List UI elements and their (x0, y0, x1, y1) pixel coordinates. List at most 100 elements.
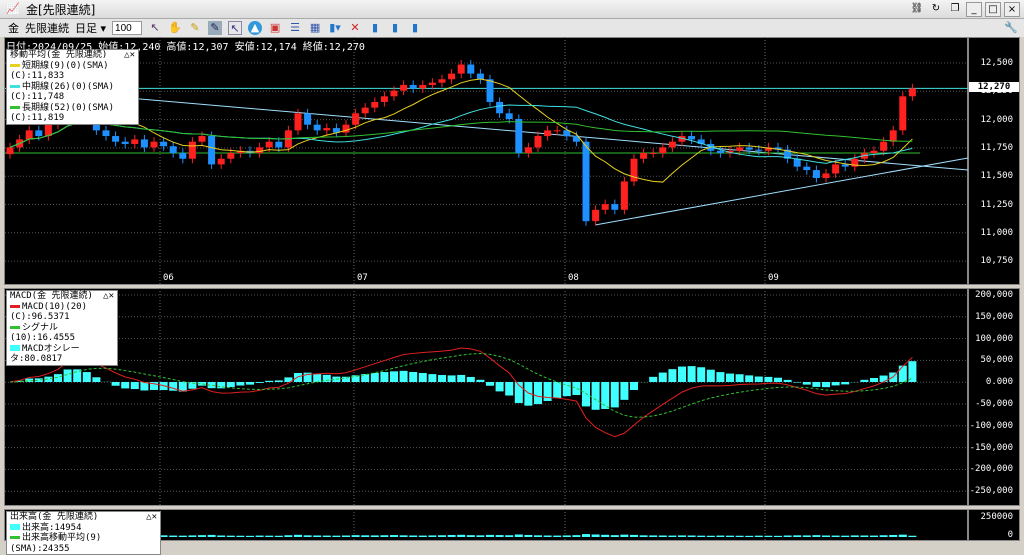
candle-body (899, 96, 906, 130)
volume-bar (515, 534, 523, 537)
volume-bar (640, 535, 648, 537)
candle-body (554, 130, 561, 131)
macd-histogram-bar (92, 377, 100, 382)
candle-body (525, 147, 532, 153)
macd-legend[interactable]: MACD(金 先限連続)△✕ MACD(10)(20)(C):96.5371 シ… (6, 290, 118, 366)
candle-body (131, 139, 138, 144)
candle-body (179, 153, 186, 159)
legend-close-icon[interactable]: △✕ (146, 512, 157, 523)
volume-bar (380, 535, 388, 537)
volume-bar (601, 535, 609, 537)
candle-body (362, 108, 369, 114)
volume-legend-title: 出来高(金 先限連続) (10, 512, 98, 522)
volume-bar (486, 535, 494, 537)
candle-body (832, 164, 839, 173)
volume-bar (716, 536, 724, 537)
macd-histogram-bar (227, 382, 235, 387)
macd-histogram-bar (390, 371, 398, 382)
volume-bar (169, 536, 177, 537)
candle-body (218, 159, 225, 165)
volume-bar (851, 535, 859, 537)
candle-body (583, 142, 590, 221)
macd-histogram-bar (505, 382, 513, 396)
candle-body (909, 88, 916, 96)
macd-histogram-bar (457, 375, 465, 382)
volume-bar (217, 535, 225, 537)
candle-body (103, 130, 110, 136)
volume-bar (496, 535, 504, 537)
legend-close-icon[interactable]: △✕ (103, 291, 114, 302)
candle-body (621, 181, 628, 209)
volume-legend[interactable]: 出来高(金 先限連続)△✕ 出来高:14954 出来高移動平均(9)(SMA):… (6, 511, 161, 555)
legend-close-icon[interactable]: △✕ (124, 50, 135, 61)
candle-body (592, 210, 599, 221)
volume-bar (553, 536, 561, 537)
macd-histogram-bar (678, 367, 686, 382)
volume-bar (524, 535, 532, 537)
trendline-up (595, 158, 968, 225)
candle-body (314, 125, 321, 131)
candle-body (755, 150, 762, 151)
volume-bar (630, 535, 638, 537)
volume-bar (390, 535, 398, 537)
macd-histogram-bar (668, 369, 676, 382)
candle-body (208, 136, 215, 164)
candle-body (391, 91, 398, 97)
volume-bar (592, 534, 600, 537)
candle-body (400, 85, 407, 91)
candle-body (448, 74, 455, 80)
macd-histogram-bar (697, 367, 705, 382)
volume-bar (812, 535, 820, 537)
macd-histogram-bar (860, 380, 868, 382)
macd-histogram-bar (448, 375, 456, 382)
volume-bar (611, 535, 619, 537)
candle-body (659, 147, 666, 153)
candle-body (199, 136, 206, 142)
volume-bar (784, 535, 792, 537)
macd-histogram-bar (419, 373, 427, 382)
candle-body (458, 65, 465, 74)
volume-ma-value: 出来高移動平均(9)(SMA):24355 (10, 533, 101, 554)
candle-body (842, 164, 849, 166)
volume-bar (352, 535, 360, 537)
volume-bar (755, 536, 763, 537)
macd-histogram-bar (400, 371, 408, 382)
macd-histogram-bar (726, 374, 734, 382)
volume-bar (726, 536, 734, 537)
volume-bar (832, 536, 840, 537)
candle-body (803, 167, 810, 170)
volume-bar (457, 535, 465, 537)
candle-body (602, 204, 609, 210)
candle-body (323, 128, 330, 130)
candle-body (717, 151, 724, 153)
volume-bar (544, 535, 552, 537)
month-label: 06 (163, 273, 174, 283)
macd-histogram-bar (582, 382, 590, 406)
volume-bar (275, 536, 283, 537)
macd-histogram-bar (870, 378, 878, 382)
volume-bar (371, 535, 379, 537)
volume-bar (246, 536, 254, 537)
candle-body (295, 113, 302, 130)
candle-body (26, 130, 33, 139)
ma-legend[interactable]: 移動平均(金 先限連続)△✕ 短期線(9)(0)(SMA)(C):11,833 … (6, 49, 139, 125)
volume-bar (313, 535, 321, 537)
candle-body (506, 113, 513, 119)
macd-histogram-bar (409, 372, 417, 382)
volume-bar (448, 535, 456, 537)
candle-body (496, 102, 503, 113)
candle-body (544, 130, 551, 136)
candle-body (794, 159, 801, 167)
candle-body (170, 146, 177, 153)
macd-histogram-bar (832, 382, 840, 385)
candle-body (429, 83, 436, 85)
ma-mid: 中期線(26)(0)(SMA)(C):11,748 (10, 82, 114, 103)
candle-body (371, 102, 378, 108)
macd-histogram-bar (774, 378, 782, 382)
macd-histogram-bar (112, 382, 120, 386)
macd-histogram-bar (275, 380, 283, 382)
macd-histogram-bar (553, 382, 561, 398)
macd-histogram-bar (256, 382, 264, 383)
macd-histogram-bar (716, 372, 724, 382)
volume-bar (899, 535, 907, 537)
